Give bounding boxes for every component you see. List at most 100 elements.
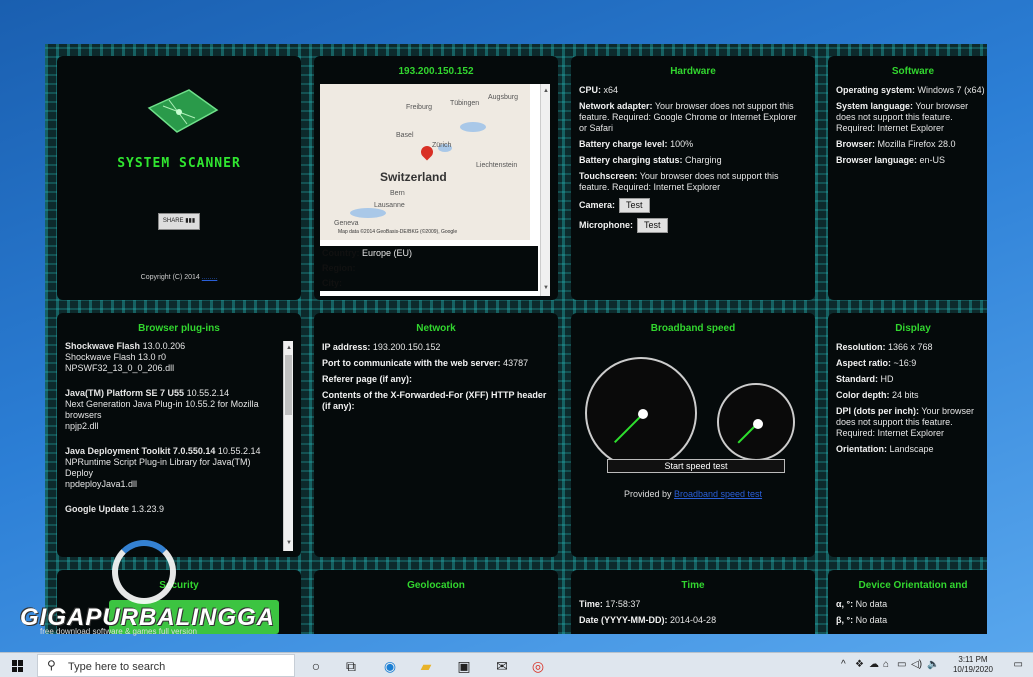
scanner-logo-panel: SYSTEM SCANNER SHARE ▮▮▮ Copyright (C) 2… — [57, 56, 301, 300]
plugin-version: 1.3.23.9 — [131, 504, 165, 514]
clock-date: 10/19/2020 — [952, 665, 993, 674]
plugin-version: 10.55.2.14 — [217, 446, 261, 456]
app-title: SYSTEM SCANNER — [117, 156, 241, 171]
plugin-item: Java Deployment Toolkit 7.0.550.14 10.55… — [65, 446, 277, 490]
upload-gauge — [717, 383, 795, 461]
plugin-file: NPSWF32_13_0_0_206.dll — [65, 363, 175, 373]
chrome-icon[interactable]: ◎ — [528, 656, 548, 676]
network-row: Port to communicate with the web server:… — [314, 358, 558, 369]
city-label: City: — [322, 278, 342, 288]
plugins-scrollbar[interactable]: ▲ ▼ — [283, 341, 293, 551]
map-attribution: Map data ©2014 GeoBasis-DE/BKG (©2009), … — [338, 229, 458, 235]
orientation-label: β, °: — [836, 615, 854, 625]
map-label: Basel — [396, 132, 414, 139]
plugins-panel: Browser plug-ins Shockwave Flash 13.0.0.… — [57, 313, 301, 557]
hardware-value: x64 — [603, 85, 619, 95]
scroll-down-icon[interactable]: ▼ — [286, 538, 292, 549]
task-view-icon[interactable]: ⧉ — [341, 656, 361, 676]
display-row: Orientation: Landscape — [828, 444, 987, 455]
copyright-link[interactable]: ........ — [202, 274, 218, 281]
clock-time: 3:11 PM — [958, 655, 988, 664]
hardware-label: CPU: — [579, 85, 601, 95]
display-value: 24 bits — [892, 390, 919, 400]
lake — [460, 122, 486, 132]
battery-icon[interactable]: ▭ — [897, 659, 906, 670]
microphone-test-button[interactable]: Test — [637, 218, 668, 233]
scroll-thumb[interactable] — [285, 355, 292, 415]
network-label: IP address: — [322, 342, 371, 352]
gauge-hub — [638, 409, 648, 419]
provided-label: Provided by — [623, 489, 672, 499]
display-value: 1366 x 768 — [888, 342, 933, 352]
time-label: Time: — [579, 599, 603, 609]
provided-link[interactable]: Broadband speed test — [674, 489, 762, 499]
system-tray: ^ ❖ ☁ ⌂ ▭ ◁) 🔈 3:11 PM 10/19/2020 ▭ — [833, 653, 1033, 677]
geolocation-panel: Geolocation — [314, 570, 558, 634]
plugin-name: Google Update — [65, 504, 130, 514]
software-row: Operating system: Windows 7 (x64) — [828, 85, 987, 96]
display-label: Standard: — [836, 374, 879, 384]
plugin-desc: Next Generation Java Plug-in 10.55.2 for… — [65, 399, 259, 420]
map-scrollbar[interactable]: ▲ ▼ — [540, 84, 550, 296]
ip-title: 193.200.150.152 — [398, 66, 474, 77]
country-label: Country: — [322, 248, 360, 258]
start-button[interactable] — [0, 653, 36, 677]
scroll-up-icon[interactable]: ▲ — [286, 343, 292, 354]
dropbox-icon[interactable]: ❖ — [855, 659, 864, 670]
speaker-icon[interactable]: ◁) — [911, 659, 922, 670]
taskbar-search[interactable]: ⚲ Type here to search — [37, 654, 295, 677]
network-value: 193.200.150.152 — [372, 342, 441, 352]
microphone-row: Microphone: Test — [571, 218, 815, 233]
orientation-title: Device Orientation and — [858, 580, 968, 591]
scroll-up-icon[interactable]: ▲ — [543, 86, 549, 97]
notifications-icon[interactable]: ▭ — [1014, 659, 1023, 670]
start-speed-test-button[interactable]: Start speed test — [607, 459, 785, 473]
time-value: 2014-04-28 — [670, 615, 717, 625]
search-icon: ⚲ — [47, 658, 56, 672]
time-row: Time: 17:58:37 — [571, 599, 815, 610]
display-value: ~16:9 — [893, 358, 917, 368]
circuit-board-icon — [139, 88, 219, 136]
plugin-name: Shockwave Flash — [65, 341, 141, 351]
system-scanner-window: SYSTEM SCANNER SHARE ▮▮▮ Copyright (C) 2… — [45, 44, 987, 634]
camera-test-button[interactable]: Test — [619, 198, 650, 213]
hardware-label: Network adapter: — [579, 101, 653, 111]
time-row: Date (YYYY-MM-DD): 2014-04-28 — [571, 615, 815, 626]
network-label: Contents of the X-Forwarded-For (XFF) HT… — [322, 390, 547, 411]
plugin-header: Java(TM) Platform SE 7 U55 10.55.2.14 — [65, 388, 277, 399]
geolocation-title: Geolocation — [407, 580, 465, 591]
chevron-up-icon[interactable]: ^ — [841, 659, 846, 670]
file-explorer-icon[interactable]: ▰ — [416, 656, 436, 676]
edge-browser-icon[interactable]: ◉ — [380, 656, 400, 676]
scroll-down-icon[interactable]: ▼ — [543, 283, 549, 294]
network-row: Contents of the X-Forwarded-For (XFF) HT… — [314, 390, 558, 412]
volume-icon[interactable]: 🔈 — [927, 659, 939, 670]
hardware-value: Charging — [685, 155, 722, 165]
network-label: Port to communicate with the web server: — [322, 358, 501, 368]
plugin-name: Java(TM) Platform SE 7 U55 — [65, 388, 185, 398]
clock[interactable]: 3:11 PM 10/19/2020 — [953, 655, 993, 675]
orientation-value: No data — [855, 615, 888, 625]
network-icon[interactable]: ⌂ — [883, 659, 889, 670]
display-label: Orientation: — [836, 444, 887, 454]
hardware-label: Touchscreen: — [579, 171, 638, 181]
plugin-header: Shockwave Flash 13.0.0.206 — [65, 341, 277, 352]
plugins-title: Browser plug-ins — [138, 323, 220, 334]
share-button[interactable]: SHARE ▮▮▮ — [157, 213, 201, 230]
display-value: Landscape — [889, 444, 934, 454]
cloud-icon[interactable]: ☁ — [869, 659, 879, 670]
map-container: Freiburg Augsburg Tübingen Basel Zürich … — [320, 84, 550, 296]
plugin-item: Java(TM) Platform SE 7 U55 10.55.2.14 Nex… — [65, 388, 277, 432]
plugin-desc: Shockwave Flash 13.0 r0 — [65, 352, 167, 362]
plugin-file: npjp2.dll — [65, 421, 99, 431]
orientation-value: No data — [855, 599, 888, 609]
plugins-list: Shockwave Flash 13.0.0.206 Shockwave Flas… — [65, 341, 293, 551]
cortana-icon[interactable]: ○ — [306, 656, 326, 676]
mail-icon[interactable]: ✉ — [492, 656, 512, 676]
software-row: Browser language: en-US — [828, 155, 987, 166]
display-panel: Display Resolution: 1366 x 768 Aspect rat… — [828, 313, 987, 557]
display-value: HD — [880, 374, 894, 384]
store-icon[interactable]: ▣ — [454, 656, 474, 676]
map[interactable]: Freiburg Augsburg Tübingen Basel Zürich … — [320, 84, 530, 240]
display-row: Resolution: 1366 x 768 — [828, 342, 987, 353]
